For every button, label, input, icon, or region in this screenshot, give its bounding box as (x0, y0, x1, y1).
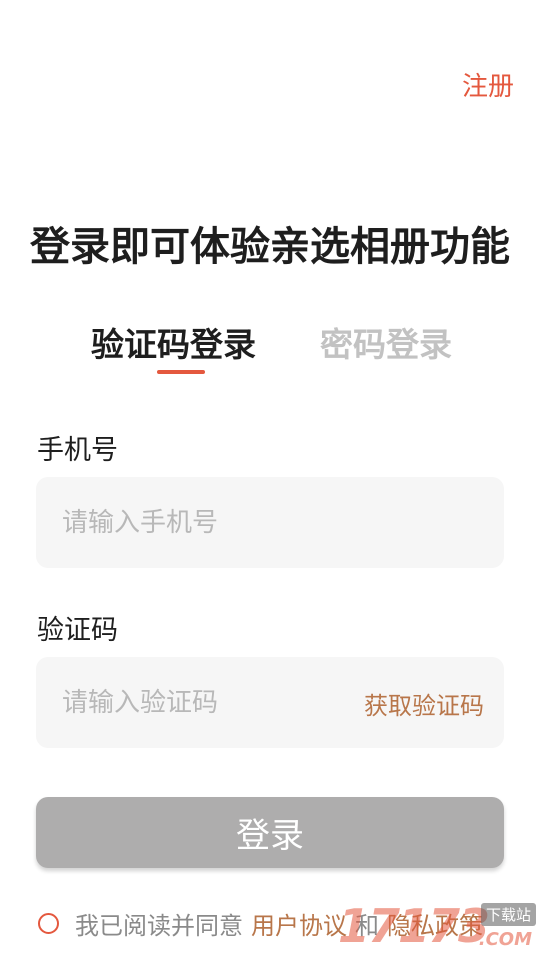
agreement-and: 和 (355, 911, 379, 940)
agree-radio-icon[interactable] (38, 912, 59, 934)
phone-label: 手机号 (37, 435, 118, 466)
phone-field-box (36, 477, 504, 568)
login-tabs: 验证码登录 密码登录 (0, 318, 540, 380)
register-link[interactable]: 注册 (462, 66, 514, 103)
agreement-row: 我已阅读并同意 用户协议 和 隐私政策 (38, 906, 483, 940)
code-input[interactable] (62, 657, 352, 748)
agreement-prefix: 我已阅读并同意 (75, 911, 243, 940)
code-field-box: 获取验证码 (36, 657, 504, 748)
privacy-policy-link[interactable]: 隐私政策 (387, 906, 483, 941)
login-button[interactable]: 登录 (36, 797, 504, 868)
watermark-domain: .COM (478, 929, 532, 950)
tab-password-login[interactable]: 密码登录 (320, 318, 452, 366)
tab-sms-login[interactable]: 验证码登录 (91, 318, 256, 366)
watermark-tag: 下载站 (480, 903, 536, 926)
get-code-button[interactable]: 获取验证码 (364, 686, 484, 721)
code-label: 验证码 (37, 615, 118, 646)
active-tab-indicator (157, 370, 205, 374)
phone-input[interactable] (62, 477, 482, 568)
user-agreement-link[interactable]: 用户协议 (251, 906, 347, 941)
page-title: 登录即可体验亲选相册功能 (30, 224, 510, 270)
